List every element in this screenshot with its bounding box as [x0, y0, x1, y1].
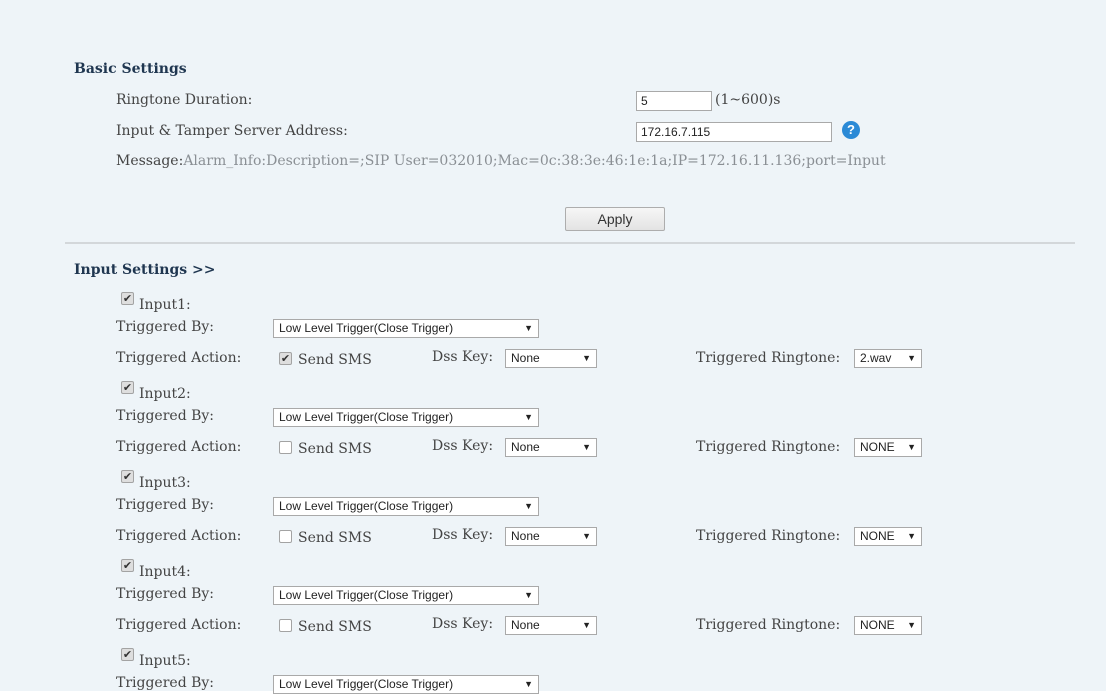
triggered-ringtone-select[interactable]: NONE ▼ [854, 527, 922, 546]
server-address-input[interactable]: 172.16.7.115 [636, 122, 832, 142]
triggered-ringtone-select[interactable]: NONE ▼ [854, 438, 922, 457]
chevron-down-icon: ▼ [524, 501, 533, 511]
chevron-down-icon: ▼ [524, 323, 533, 333]
triggered-ringtone-label: Triggered Ringtone: [696, 350, 841, 366]
chevron-down-icon: ▼ [524, 590, 533, 600]
chevron-down-icon: ▼ [582, 531, 591, 541]
apply-button[interactable]: Apply [565, 207, 665, 231]
dss-key-select[interactable]: None ▼ [505, 527, 597, 546]
dss-key-label: Dss Key: [432, 616, 494, 632]
settings-panel: Basic Settings Ringtone Duration: 5 (1~6… [0, 0, 1106, 694]
triggered-ringtone-label: Triggered Ringtone: [696, 439, 841, 455]
check-icon: ✔ [122, 381, 133, 394]
message-value: Alarm_Info:Description=;SIP User=032010;… [183, 153, 886, 169]
chevron-down-icon: ▼ [524, 679, 533, 689]
dss-key-value: None [511, 351, 540, 365]
triggered-by-select[interactable]: Low Level Trigger(Close Trigger) ▼ [273, 408, 539, 427]
triggered-by-value: Low Level Trigger(Close Trigger) [279, 321, 454, 335]
server-address-label: Input & Tamper Server Address: [116, 123, 348, 139]
send-sms-checkbox[interactable] [279, 530, 292, 543]
send-sms-checkbox[interactable] [279, 441, 292, 454]
message-label: Message: [116, 153, 184, 169]
check-icon: ✔ [122, 292, 133, 305]
send-sms-checkbox[interactable]: ✔ [279, 352, 292, 365]
send-sms-checkbox[interactable] [279, 619, 292, 632]
triggered-by-label: Triggered By: [116, 408, 215, 424]
ringtone-duration-label: Ringtone Duration: [116, 92, 253, 108]
triggered-by-select[interactable]: Low Level Trigger(Close Trigger) ▼ [273, 497, 539, 516]
triggered-by-label: Triggered By: [116, 586, 215, 602]
section-divider [65, 242, 1075, 244]
chevron-down-icon: ▼ [524, 412, 533, 422]
triggered-by-label: Triggered By: [116, 319, 215, 335]
input-name-label: Input1: [139, 297, 191, 313]
triggered-by-select[interactable]: Low Level Trigger(Close Trigger) ▼ [273, 675, 539, 694]
check-icon: ✔ [280, 352, 291, 365]
send-sms-label: Send SMS [298, 530, 372, 546]
triggered-by-label: Triggered By: [116, 675, 215, 691]
triggered-action-label: Triggered Action: [116, 528, 242, 544]
input-name-label: Input5: [139, 653, 191, 669]
chevron-down-icon: ▼ [907, 620, 916, 630]
triggered-ringtone-select[interactable]: 2.wav ▼ [854, 349, 922, 368]
triggered-ringtone-value: NONE [860, 618, 895, 632]
input-enable-checkbox[interactable]: ✔ [121, 648, 134, 661]
send-sms-label: Send SMS [298, 352, 372, 368]
dss-key-label: Dss Key: [432, 527, 494, 543]
triggered-action-label: Triggered Action: [116, 439, 242, 455]
dss-key-select[interactable]: None ▼ [505, 616, 597, 635]
dss-key-select[interactable]: None ▼ [505, 349, 597, 368]
input-enable-checkbox[interactable]: ✔ [121, 559, 134, 572]
chevron-down-icon: ▼ [582, 620, 591, 630]
send-sms-label: Send SMS [298, 441, 372, 457]
input-name-label: Input2: [139, 386, 191, 402]
dss-key-select[interactable]: None ▼ [505, 438, 597, 457]
chevron-down-icon: ▼ [907, 531, 916, 541]
ringtone-duration-range: (1~600)s [715, 92, 781, 108]
triggered-by-select[interactable]: Low Level Trigger(Close Trigger) ▼ [273, 586, 539, 605]
check-icon: ✔ [122, 559, 133, 572]
message-line: Message:Alarm_Info:Description=;SIP User… [116, 153, 886, 169]
triggered-ringtone-select[interactable]: NONE ▼ [854, 616, 922, 635]
chevron-down-icon: ▼ [907, 353, 916, 363]
dss-key-value: None [511, 440, 540, 454]
input-enable-checkbox[interactable]: ✔ [121, 381, 134, 394]
check-icon: ✔ [122, 470, 133, 483]
triggered-action-label: Triggered Action: [116, 617, 242, 633]
triggered-by-value: Low Level Trigger(Close Trigger) [279, 410, 454, 424]
dss-key-label: Dss Key: [432, 349, 494, 365]
send-sms-label: Send SMS [298, 619, 372, 635]
triggered-ringtone-value: 2.wav [860, 351, 892, 365]
dss-key-value: None [511, 618, 540, 632]
input-enable-checkbox[interactable]: ✔ [121, 292, 134, 305]
input-name-label: Input4: [139, 564, 191, 580]
dss-key-label: Dss Key: [432, 438, 494, 454]
check-icon: ✔ [122, 648, 133, 661]
chevron-down-icon: ▼ [582, 442, 591, 452]
chevron-down-icon: ▼ [907, 442, 916, 452]
chevron-down-icon: ▼ [582, 353, 591, 363]
input-name-label: Input3: [139, 475, 191, 491]
triggered-by-label: Triggered By: [116, 497, 215, 513]
triggered-by-value: Low Level Trigger(Close Trigger) [279, 588, 454, 602]
triggered-by-value: Low Level Trigger(Close Trigger) [279, 499, 454, 513]
ringtone-duration-input[interactable]: 5 [636, 91, 712, 111]
dss-key-value: None [511, 529, 540, 543]
triggered-action-label: Triggered Action: [116, 350, 242, 366]
input-enable-checkbox[interactable]: ✔ [121, 470, 134, 483]
triggered-ringtone-label: Triggered Ringtone: [696, 617, 841, 633]
basic-settings-title: Basic Settings [74, 61, 187, 77]
help-icon[interactable]: ? [842, 121, 860, 139]
triggered-ringtone-value: NONE [860, 440, 895, 454]
input-settings-title[interactable]: Input Settings >> [74, 262, 216, 278]
triggered-ringtone-value: NONE [860, 529, 895, 543]
triggered-by-value: Low Level Trigger(Close Trigger) [279, 677, 454, 691]
triggered-ringtone-label: Triggered Ringtone: [696, 528, 841, 544]
triggered-by-select[interactable]: Low Level Trigger(Close Trigger) ▼ [273, 319, 539, 338]
